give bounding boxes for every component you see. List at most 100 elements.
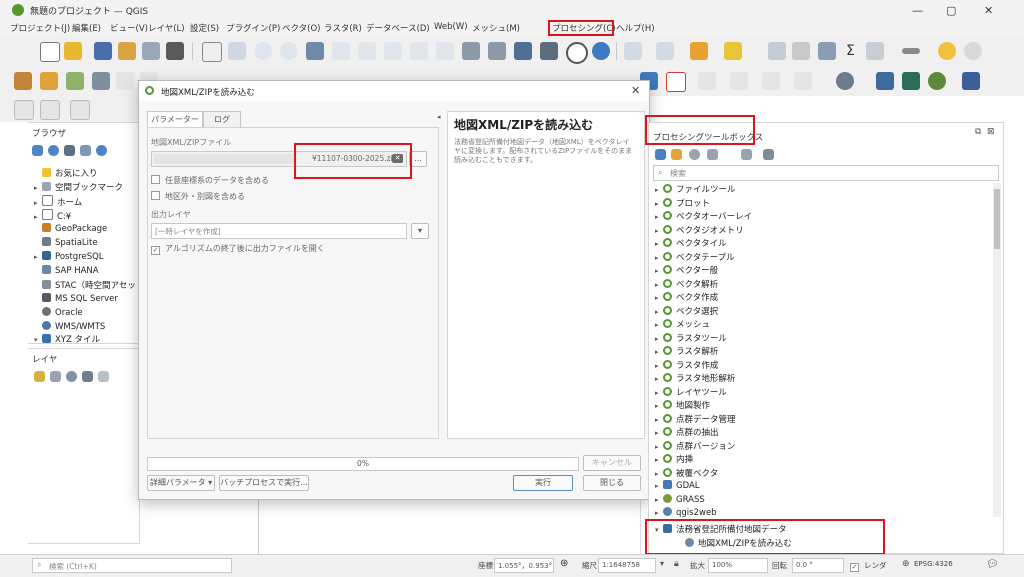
deselect-icon[interactable]	[724, 42, 742, 60]
add-group-icon[interactable]	[50, 371, 61, 382]
spreadsheet-icon[interactable]	[866, 42, 884, 60]
bookmark-icon[interactable]	[488, 42, 506, 60]
close-dialog-button[interactable]: 閉じる	[583, 475, 641, 491]
settings-gear-icon[interactable]	[964, 42, 982, 60]
menu-web[interactable]: Web(W)	[434, 22, 468, 32]
toolbox-scrollbar[interactable]	[993, 183, 1001, 517]
refresh-icon[interactable]	[592, 42, 610, 60]
temporal-controller-icon[interactable]	[540, 42, 558, 60]
include-outside-checkbox[interactable]: 地区外・別図を含める	[151, 191, 245, 202]
menu-project[interactable]: プロジェクト(J)	[10, 22, 70, 34]
pan-to-selection-icon[interactable]	[228, 42, 246, 60]
scrollbar-thumb[interactable]	[994, 189, 1000, 249]
plugin-b-icon[interactable]	[902, 72, 920, 90]
zoom-selection-icon[interactable]	[332, 42, 350, 60]
minimize-button[interactable]: —	[912, 4, 923, 17]
expand-arrow-icon[interactable]: ▸	[655, 335, 663, 343]
scale-dropdown-icon[interactable]: ▾	[660, 559, 664, 568]
label-pin-icon[interactable]	[698, 72, 716, 90]
magnifier-field[interactable]: 100%	[708, 558, 768, 573]
zoom-native-icon[interactable]	[384, 42, 402, 60]
measure-icon[interactable]	[902, 48, 920, 54]
results-icon[interactable]	[707, 149, 718, 160]
toolbox-search-input[interactable]: ⌕ 検索	[653, 165, 999, 181]
scripts-icon[interactable]	[671, 149, 682, 160]
browser-item[interactable]: お気に入り	[34, 167, 98, 179]
new-project-icon[interactable]	[40, 42, 60, 62]
menu-database[interactable]: データベース(D)	[366, 22, 430, 34]
toolbox-group[interactable]: ▸ GDAL	[655, 480, 700, 491]
map-tips-icon[interactable]	[938, 42, 956, 60]
expand-arrow-icon[interactable]: ▸	[655, 281, 663, 289]
pan-icon[interactable]	[202, 42, 222, 62]
models-icon[interactable]	[655, 149, 666, 160]
clock-icon[interactable]	[566, 42, 588, 64]
history-icon[interactable]	[689, 149, 700, 160]
filter-legend-icon[interactable]	[82, 371, 93, 382]
toolbox-group[interactable]: ▸ ラスタ地形解析	[655, 372, 735, 384]
statistics-sigma-icon[interactable]: Σ	[846, 43, 855, 59]
add-vector-layer-icon[interactable]	[40, 72, 58, 90]
help-icon[interactable]	[962, 72, 980, 90]
browser-item[interactable]: GeoPackage	[34, 223, 107, 234]
edit-features-icon[interactable]	[741, 149, 752, 160]
expand-arrow-icon[interactable]: ▸	[655, 416, 663, 424]
add-raster-layer-icon[interactable]	[66, 72, 84, 90]
advanced-parameters-button[interactable]: 詳細パラメータ ▾	[147, 475, 215, 491]
toolbox-group[interactable]: ▸ ベクタタイル	[655, 237, 727, 249]
save-icon[interactable]	[94, 42, 112, 60]
batch-process-button[interactable]: バッチプロセスで実行...	[219, 475, 309, 491]
toolbox-group[interactable]: ▸ ベクタ解析	[655, 278, 718, 290]
output-options-button[interactable]: ▾	[411, 223, 429, 239]
filter-expression-icon[interactable]	[98, 371, 109, 382]
open-output-checkbox[interactable]: ✓ アルゴリズムの終了後に出力ファイルを開く	[151, 243, 325, 255]
maximize-button[interactable]: ▢	[946, 4, 956, 17]
browser-item[interactable]: ▸ C:¥	[34, 209, 71, 222]
label-abc-icon[interactable]	[666, 72, 686, 92]
expand-arrow-icon[interactable]: ▸	[655, 200, 663, 208]
add-selected-icon[interactable]	[32, 145, 43, 156]
toolbox-group[interactable]: ▸ ベクタテーブル	[655, 251, 735, 263]
toolbox-group[interactable]: ▸ ラスタツール	[655, 332, 727, 344]
browser-item[interactable]: ▸ ホーム	[34, 195, 82, 208]
open-folder-icon[interactable]	[64, 42, 82, 60]
expand-arrow-icon[interactable]: ▸	[655, 294, 663, 302]
polygon-tool-icon[interactable]	[70, 100, 90, 120]
zoom-last-icon[interactable]	[410, 42, 428, 60]
expand-arrow-icon[interactable]: ▸	[655, 227, 663, 235]
toolbox-group[interactable]: ▸ プロット	[655, 197, 710, 209]
zoom-in-icon[interactable]	[254, 42, 272, 60]
menu-help[interactable]: ヘルプ(H)	[616, 22, 655, 34]
rotation-field[interactable]: 0.0 °	[792, 558, 844, 573]
toolbox-group[interactable]: ▸ ベクタ作成	[655, 291, 718, 303]
toolbox-group[interactable]: ▸ qgis2web	[655, 507, 717, 518]
browser-item[interactable]: SAP HANA	[34, 265, 99, 276]
layout-manager-icon[interactable]	[142, 42, 160, 60]
toolbox-group[interactable]: ▸ 地図製作	[655, 399, 710, 411]
expand-arrow-icon[interactable]: ▸	[655, 456, 663, 464]
toolbox-group[interactable]: ▸ ファイルツール	[655, 183, 736, 195]
toolbox-group[interactable]: ▸ レイヤツール	[655, 386, 727, 398]
field-calculator-icon[interactable]	[792, 42, 810, 60]
processing-toolbox-icon[interactable]	[818, 42, 836, 60]
shape-tool-icon[interactable]	[40, 100, 60, 120]
expand-arrow-icon[interactable]: ▸	[655, 321, 663, 329]
crs-button[interactable]: EPSG:4326	[914, 560, 953, 568]
attribute-table-icon[interactable]	[768, 42, 786, 60]
menu-layer[interactable]: レイヤ(L)	[148, 22, 185, 34]
python-console-icon[interactable]	[876, 72, 894, 90]
expand-arrow-icon[interactable]: ▸	[655, 496, 663, 504]
label-rotate-icon[interactable]	[794, 72, 812, 90]
expand-arrow-icon[interactable]: ▸	[655, 308, 663, 316]
browser-item[interactable]: SpatiaLite	[34, 237, 98, 248]
expand-arrow-icon[interactable]: ▸	[655, 362, 663, 370]
expand-arrow-icon[interactable]: ▸	[655, 213, 663, 221]
identify-icon[interactable]	[624, 42, 642, 60]
cancel-button[interactable]: キャンセル	[583, 455, 641, 471]
locator-search-input[interactable]: ⌕ 検索 (Ctrl+K)	[32, 558, 232, 573]
menu-mesh[interactable]: メッシュ(M)	[472, 22, 520, 34]
expand-arrow-icon[interactable]: ▸	[655, 254, 663, 262]
digitize-icon[interactable]	[116, 72, 134, 90]
zoom-next-icon[interactable]	[436, 42, 454, 60]
expand-arrow-icon[interactable]: ▸	[655, 375, 663, 383]
